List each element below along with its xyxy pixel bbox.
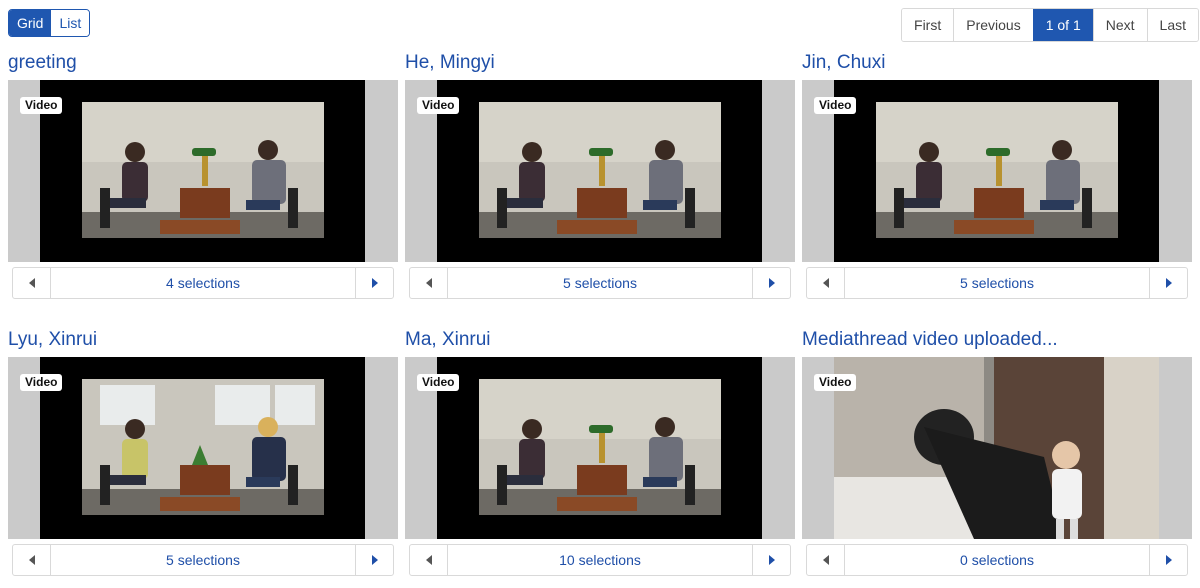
caret-left-icon bbox=[28, 278, 35, 288]
previous-page-button[interactable]: Previous bbox=[953, 9, 1033, 41]
media-card: greeting Video 4 selections bbox=[8, 51, 398, 299]
media-title-link[interactable]: Jin, Chuxi bbox=[802, 51, 885, 75]
video-still-image bbox=[834, 357, 1159, 539]
list-view-button[interactable]: List bbox=[51, 10, 90, 36]
video-frame bbox=[834, 357, 1159, 539]
media-type-badge: Video bbox=[814, 374, 857, 391]
next-selection-button[interactable] bbox=[752, 268, 790, 298]
selections-count[interactable]: 0 selections bbox=[845, 545, 1149, 575]
video-thumbnail[interactable]: Video bbox=[8, 80, 398, 262]
caret-left-icon bbox=[425, 555, 432, 565]
selections-bar: 10 selections bbox=[409, 544, 791, 576]
media-type-badge: Video bbox=[20, 374, 63, 391]
next-selection-button[interactable] bbox=[1149, 545, 1187, 575]
first-page-button[interactable]: First bbox=[902, 9, 954, 41]
previous-selection-button[interactable] bbox=[807, 545, 845, 575]
caret-right-icon bbox=[371, 555, 378, 565]
selections-bar: 5 selections bbox=[409, 267, 791, 299]
media-title-link[interactable]: Lyu, Xinrui bbox=[8, 328, 97, 352]
previous-selection-button[interactable] bbox=[410, 268, 448, 298]
video-thumbnail[interactable]: Video bbox=[405, 80, 795, 262]
grid-view-button[interactable]: Grid bbox=[9, 10, 52, 36]
caret-left-icon bbox=[425, 278, 432, 288]
selections-bar: 4 selections bbox=[12, 267, 394, 299]
view-toggle: Grid List bbox=[8, 9, 91, 37]
video-thumbnail[interactable]: Video bbox=[802, 80, 1192, 262]
selections-count[interactable]: 10 selections bbox=[448, 545, 752, 575]
video-still-image bbox=[834, 80, 1159, 262]
video-still-image bbox=[40, 80, 365, 262]
video-frame bbox=[437, 357, 762, 539]
next-page-button[interactable]: Next bbox=[1092, 9, 1147, 41]
video-frame bbox=[437, 80, 762, 262]
pagination: First Previous 1 of 1 Next Last bbox=[901, 8, 1199, 42]
previous-selection-button[interactable] bbox=[13, 268, 51, 298]
media-type-badge: Video bbox=[417, 374, 460, 391]
media-card: Lyu, Xinrui Video 5 selections bbox=[8, 328, 398, 576]
selections-count[interactable]: 5 selections bbox=[51, 545, 355, 575]
previous-selection-button[interactable] bbox=[807, 268, 845, 298]
previous-selection-button[interactable] bbox=[13, 545, 51, 575]
next-selection-button[interactable] bbox=[752, 545, 790, 575]
video-frame bbox=[40, 80, 365, 262]
caret-left-icon bbox=[822, 555, 829, 565]
next-selection-button[interactable] bbox=[1149, 268, 1187, 298]
selections-count[interactable]: 5 selections bbox=[845, 268, 1149, 298]
media-title-link[interactable]: Mediathread video uploaded... bbox=[802, 328, 1058, 352]
caret-right-icon bbox=[371, 278, 378, 288]
caret-left-icon bbox=[822, 278, 829, 288]
next-selection-button[interactable] bbox=[355, 268, 393, 298]
media-type-badge: Video bbox=[20, 97, 63, 114]
caret-right-icon bbox=[768, 278, 775, 288]
video-thumbnail[interactable]: Video bbox=[802, 357, 1192, 539]
selections-bar: 0 selections bbox=[806, 544, 1188, 576]
last-page-button[interactable]: Last bbox=[1146, 9, 1198, 41]
caret-left-icon bbox=[28, 555, 35, 565]
selections-count[interactable]: 4 selections bbox=[51, 268, 355, 298]
media-card: Ma, Xinrui Video 10 selections bbox=[405, 328, 795, 576]
next-selection-button[interactable] bbox=[355, 545, 393, 575]
video-frame bbox=[40, 357, 365, 539]
media-type-badge: Video bbox=[814, 97, 857, 114]
media-title-link[interactable]: He, Mingyi bbox=[405, 51, 495, 75]
media-card: Mediathread video uploaded... Video 0 se… bbox=[802, 328, 1192, 576]
caret-right-icon bbox=[1165, 278, 1172, 288]
video-still-image bbox=[40, 357, 365, 539]
media-card: He, Mingyi Video 5 selections bbox=[405, 51, 795, 299]
selections-bar: 5 selections bbox=[806, 267, 1188, 299]
caret-right-icon bbox=[768, 555, 775, 565]
current-page-indicator[interactable]: 1 of 1 bbox=[1032, 9, 1093, 41]
video-frame bbox=[834, 80, 1159, 262]
media-title-link[interactable]: Ma, Xinrui bbox=[405, 328, 491, 352]
video-still-image bbox=[437, 357, 762, 539]
caret-right-icon bbox=[1165, 555, 1172, 565]
selections-count[interactable]: 5 selections bbox=[448, 268, 752, 298]
previous-selection-button[interactable] bbox=[410, 545, 448, 575]
selections-bar: 5 selections bbox=[12, 544, 394, 576]
media-title-link[interactable]: greeting bbox=[8, 51, 77, 75]
video-thumbnail[interactable]: Video bbox=[8, 357, 398, 539]
media-card: Jin, Chuxi Video 5 selections bbox=[802, 51, 1192, 299]
media-type-badge: Video bbox=[417, 97, 460, 114]
video-thumbnail[interactable]: Video bbox=[405, 357, 795, 539]
video-still-image bbox=[437, 80, 762, 262]
